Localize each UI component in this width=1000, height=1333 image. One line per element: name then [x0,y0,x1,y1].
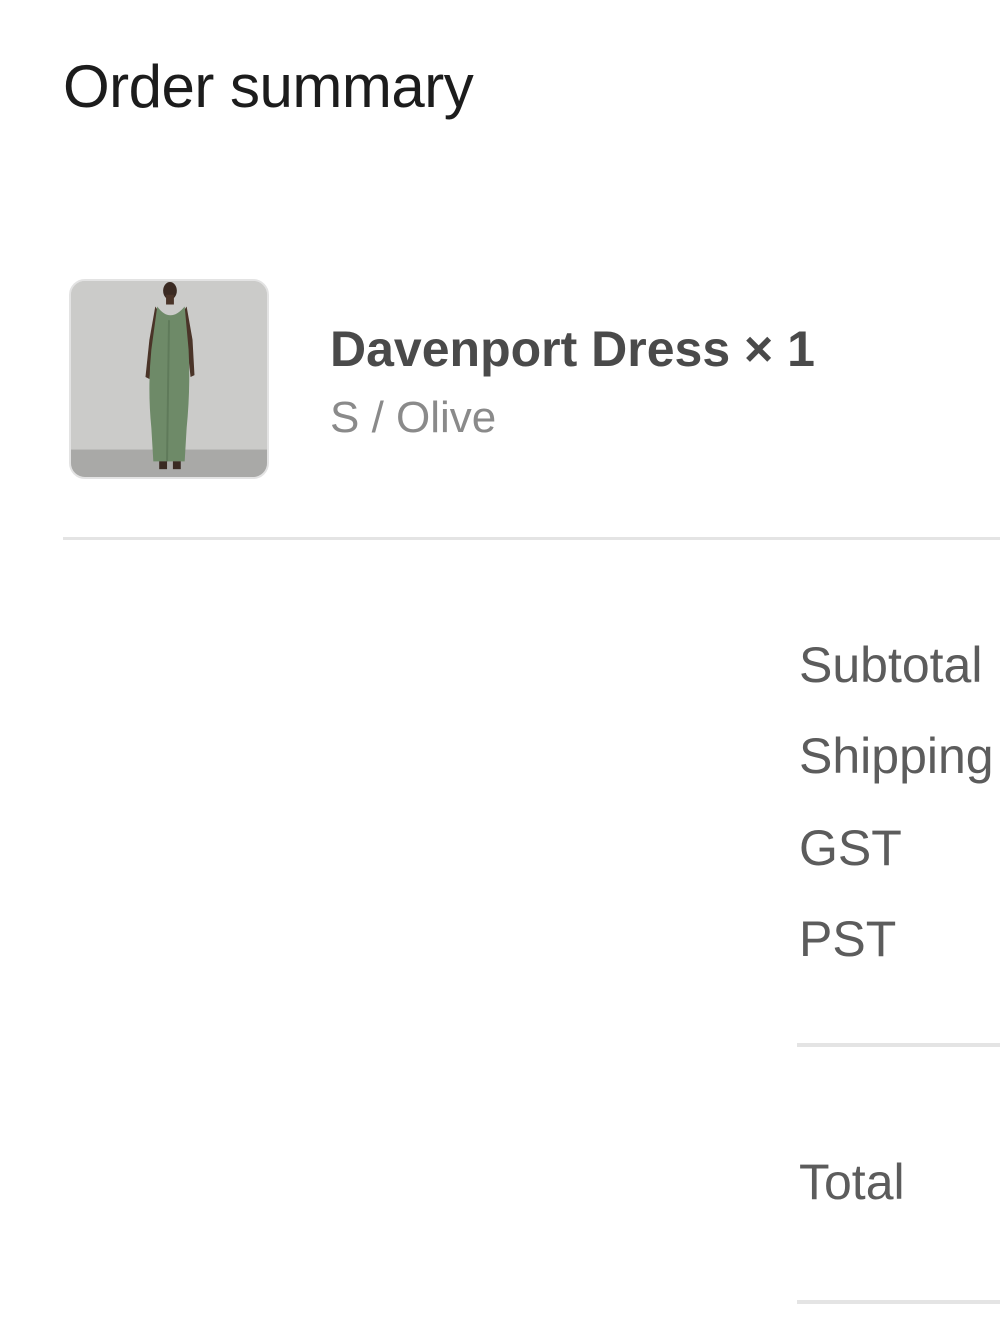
dress-model-image [71,281,267,477]
product-variant: S / Olive [330,393,497,442]
product-name: Davenport Dress × 1 [330,321,815,377]
subtotal-label: Subtotal [799,637,983,693]
shipping-label: Shipping [799,728,994,784]
totals-divider [797,1043,1000,1047]
product-thumbnail [69,279,269,479]
bottom-divider [797,1300,1000,1304]
line-items-divider [63,537,1000,540]
gst-label: GST [799,820,902,876]
pst-label: PST [799,911,897,967]
page-title: Order summary [63,53,474,120]
total-label: Total [799,1154,905,1210]
